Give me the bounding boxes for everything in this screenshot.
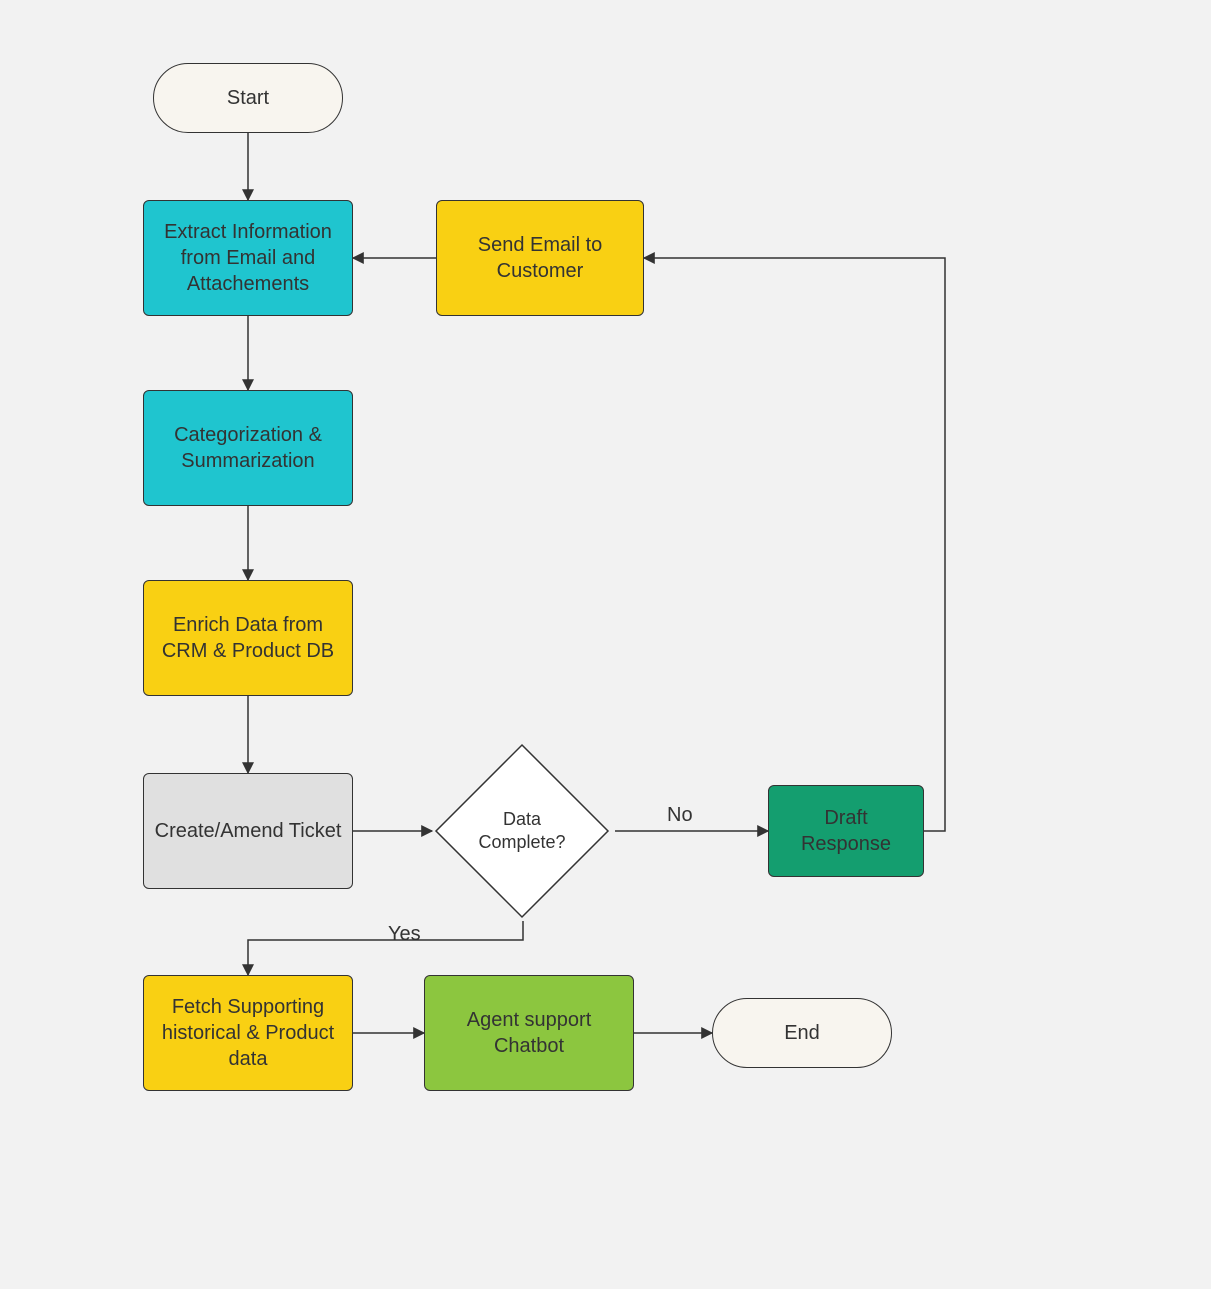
end-node: End <box>712 998 892 1068</box>
decision-label: Data Complete? <box>432 741 612 921</box>
ticket-node: Create/Amend Ticket <box>143 773 353 889</box>
edge-label-no: No <box>667 804 693 827</box>
chatbot-node: Agent support Chatbot <box>424 975 634 1091</box>
edge-label-yes: Yes <box>388 923 421 946</box>
draft-response-node: Draft Response <box>768 785 924 877</box>
enrich-node: Enrich Data from CRM & Product DB <box>143 580 353 696</box>
fetch-node: Fetch Supporting historical & Product da… <box>143 975 353 1091</box>
flowchart-canvas: Start Extract Information from Email and… <box>0 0 1211 1289</box>
categorize-node: Categorization & Summarization <box>143 390 353 506</box>
decision-node: Data Complete? <box>432 741 612 921</box>
send-email-node: Send Email to Customer <box>436 200 644 316</box>
extract-node: Extract Information from Email and Attac… <box>143 200 353 316</box>
start-node: Start <box>153 63 343 133</box>
